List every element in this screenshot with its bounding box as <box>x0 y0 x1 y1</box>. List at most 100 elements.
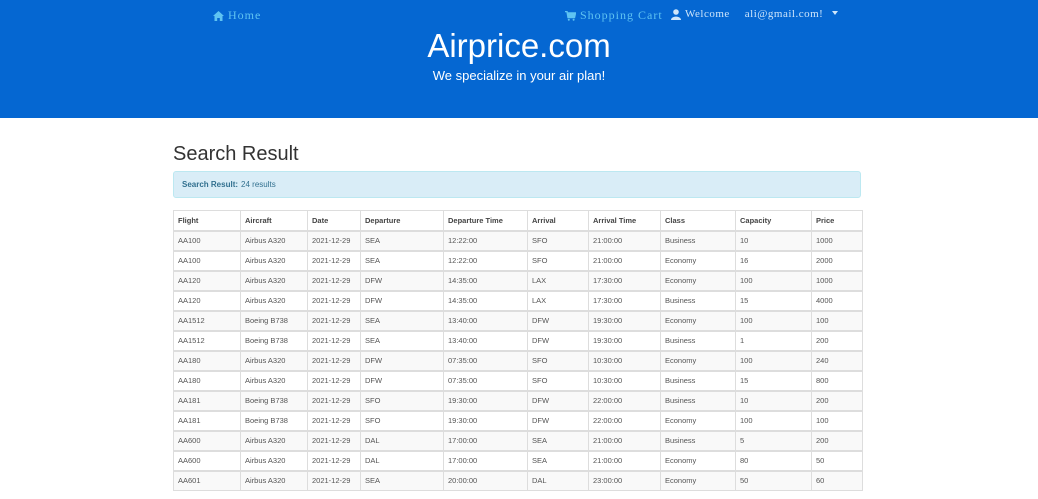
table-cell: SEA <box>360 250 444 271</box>
table-cell: SFO <box>527 250 589 271</box>
table-cell: Business <box>660 290 736 311</box>
table-cell: 2021-12-29 <box>307 390 361 411</box>
table-cell: 20:00:00 <box>443 470 528 491</box>
table-cell: 2021-12-29 <box>307 290 361 311</box>
results-table-body: AA100 Airbus A320 2021-12-29 SEA 12:22:00 SFO… <box>173 230 863 491</box>
alert-text: 24 results <box>241 180 276 189</box>
table-cell: 19:30:00 <box>443 390 528 411</box>
table-cell: DFW <box>360 270 444 291</box>
table-cell: 100 <box>735 270 812 291</box>
table-row: AA120 Airbus A320 2021-12-29 DFW 14:35:00 LAX… <box>173 270 863 291</box>
table-cell: Economy <box>660 410 736 431</box>
table-cell: AA600 <box>173 450 241 471</box>
table-cell: Boeing B738 <box>240 390 308 411</box>
table-cell: 13:40:00 <box>443 310 528 331</box>
table-row: AA1512 Boeing B738 2021-12-29 SEA 13:40:00 DF… <box>173 330 863 351</box>
table-cell: Economy <box>660 270 736 291</box>
table-cell: AA601 <box>173 470 241 491</box>
home-link[interactable]: Home <box>213 8 261 23</box>
table-cell: 5 <box>735 430 812 451</box>
table-cell: 10:30:00 <box>588 350 661 371</box>
table-cell: Airbus A320 <box>240 470 308 491</box>
table-cell: AA120 <box>173 290 241 311</box>
table-cell: 22:00:00 <box>588 410 661 431</box>
table-cell: 200 <box>811 430 863 451</box>
column-header: Flight <box>173 210 241 232</box>
table-cell: 10 <box>735 230 812 251</box>
caret-down-icon <box>832 11 839 15</box>
table-cell: Economy <box>660 470 736 491</box>
table-cell: 16 <box>735 250 812 271</box>
table-cell: AA181 <box>173 410 241 431</box>
table-cell: Economy <box>660 350 736 371</box>
table-cell: 15 <box>735 370 812 391</box>
table-cell: 50 <box>811 450 863 471</box>
table-cell: Airbus A320 <box>240 430 308 451</box>
table-row: AA100 Airbus A320 2021-12-29 SEA 12:22:00 SFO… <box>173 250 863 271</box>
table-cell: DFW <box>527 390 589 411</box>
table-cell: AA1512 <box>173 310 241 331</box>
table-cell: LAX <box>527 270 589 291</box>
table-row: AA181 Boeing B738 2021-12-29 SFO 19:30:00 DFW… <box>173 390 863 411</box>
user-menu-toggle[interactable]: Welcome ali@gmail.com! <box>671 8 839 20</box>
shopping-cart-label: Shopping Cart <box>580 8 663 22</box>
table-cell: AA1512 <box>173 330 241 351</box>
table-cell: Boeing B738 <box>240 330 308 351</box>
table-cell: Airbus A320 <box>240 230 308 251</box>
column-header: Price <box>811 210 863 232</box>
table-cell: Economy <box>660 310 736 331</box>
table-cell: 19:30:00 <box>588 330 661 351</box>
table-cell: AA181 <box>173 390 241 411</box>
table-cell: 2021-12-29 <box>307 250 361 271</box>
table-header-row: Flight Aircraft Date Departure Departure… <box>173 210 863 232</box>
shopping-cart-icon <box>565 10 576 21</box>
table-cell: SFO <box>360 410 444 431</box>
results-table: Flight Aircraft Date Departure Departure… <box>173 210 863 491</box>
table-cell: 100 <box>811 310 863 331</box>
table-cell: Business <box>660 370 736 391</box>
table-cell: 2021-12-29 <box>307 450 361 471</box>
site-tagline: We specialize in your air plan! <box>432 68 606 83</box>
table-cell: 2021-12-29 <box>307 310 361 331</box>
table-cell: SFO <box>527 370 589 391</box>
welcome-label: Welcome <box>685 8 730 20</box>
user-email: ali@gmail.com! <box>744 8 824 20</box>
table-cell: 1000 <box>811 270 863 291</box>
column-header: Arrival <box>527 210 589 232</box>
table-cell: 2021-12-29 <box>307 430 361 451</box>
table-cell: Airbus A320 <box>240 370 308 391</box>
table-cell: 2021-12-29 <box>307 350 361 371</box>
table-cell: AA100 <box>173 250 241 271</box>
table-row: AA601 Airbus A320 2021-12-29 SEA 20:00:00 DAL… <box>173 470 863 491</box>
table-cell: Airbus A320 <box>240 250 308 271</box>
table-cell: 17:00:00 <box>443 430 528 451</box>
table-cell: 2000 <box>811 250 863 271</box>
table-row: AA100 Airbus A320 2021-12-29 SEA 12:22:00 SFO… <box>173 230 863 251</box>
table-cell: 12:22:00 <box>443 250 528 271</box>
table-cell: Business <box>660 390 736 411</box>
table-cell: AA180 <box>173 370 241 391</box>
table-cell: SEA <box>527 450 589 471</box>
column-header: Date <box>307 210 361 232</box>
table-row: AA600 Airbus A320 2021-12-29 DAL 17:00:00 SEA… <box>173 450 863 471</box>
table-cell: 2021-12-29 <box>307 230 361 251</box>
column-header: Aircraft <box>240 210 308 232</box>
table-row: AA181 Boeing B738 2021-12-29 SFO 19:30:00 DFW… <box>173 410 863 431</box>
table-cell: 4000 <box>811 290 863 311</box>
table-cell: AA180 <box>173 350 241 371</box>
table-cell: SFO <box>527 230 589 251</box>
table-cell: 10 <box>735 390 812 411</box>
shopping-cart-link[interactable]: Shopping Cart <box>565 8 663 23</box>
column-header: Class <box>660 210 736 232</box>
table-cell: 14:35:00 <box>443 270 528 291</box>
table-cell: DFW <box>360 290 444 311</box>
table-cell: 19:30:00 <box>588 310 661 331</box>
table-cell: 13:40:00 <box>443 330 528 351</box>
table-cell: 17:00:00 <box>443 450 528 471</box>
table-cell: 23:00:00 <box>588 470 661 491</box>
table-cell: Boeing B738 <box>240 410 308 431</box>
table-cell: 100 <box>735 310 812 331</box>
table-cell: 21:00:00 <box>588 430 661 451</box>
search-result-alert: Search Result: 24 results <box>173 171 861 198</box>
table-cell: Airbus A320 <box>240 350 308 371</box>
